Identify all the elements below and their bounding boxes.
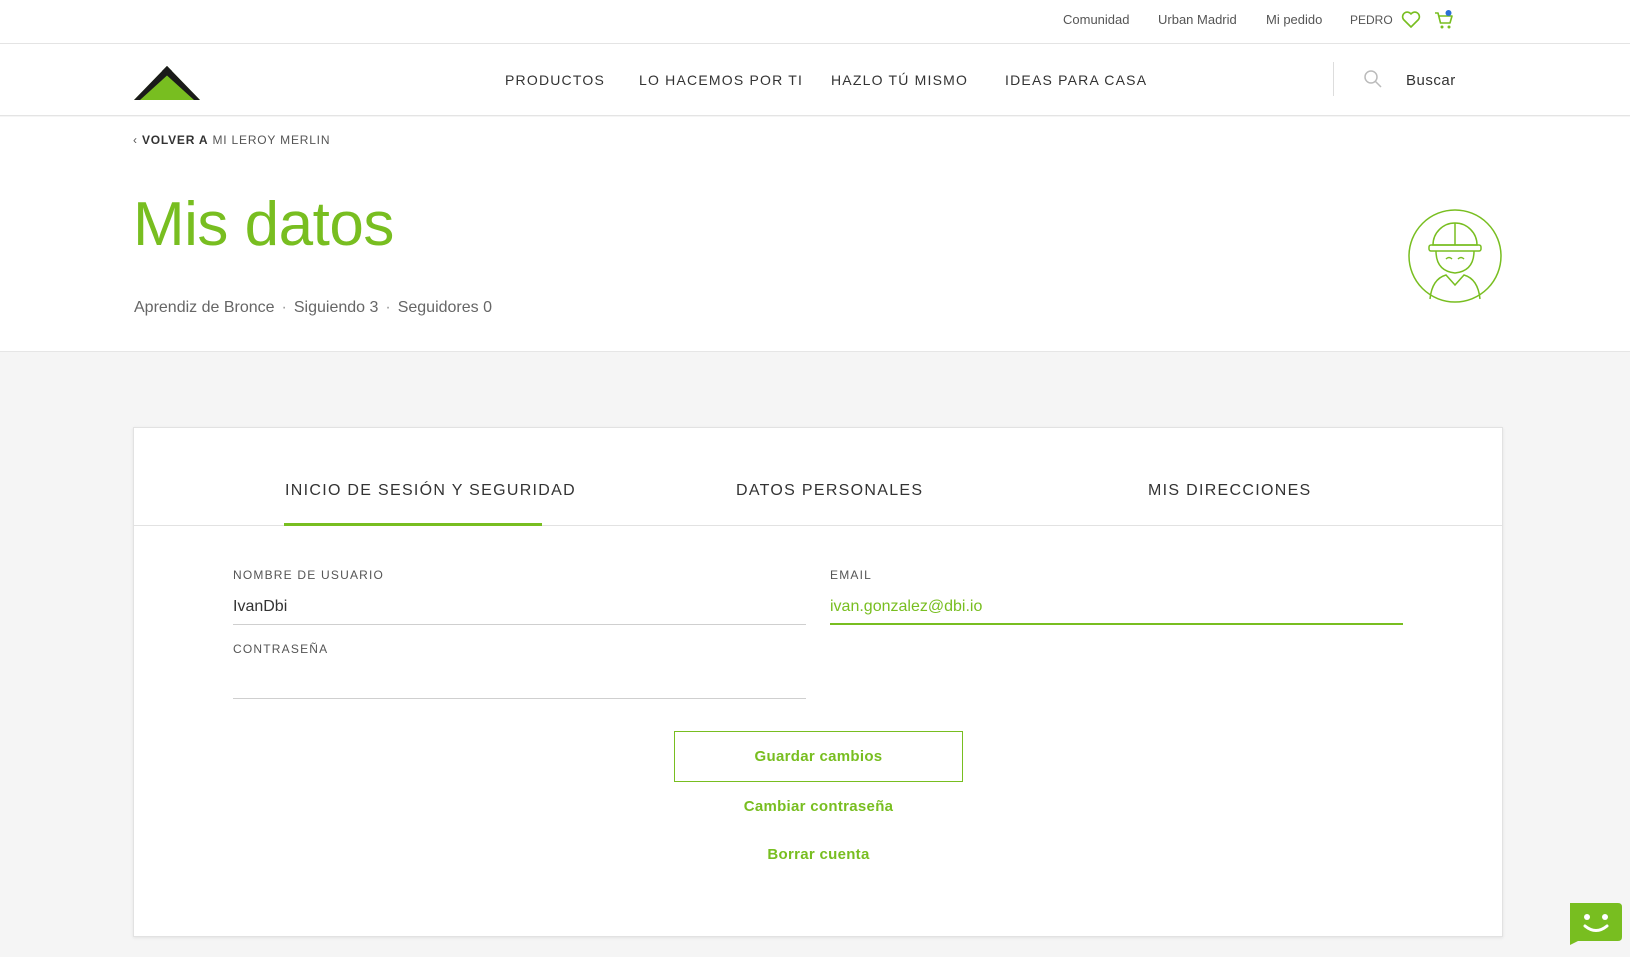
account-tabs: INICIO DE SESIÓN Y SEGURIDAD DATOS PERSO… xyxy=(134,428,1502,526)
nav-productos[interactable]: PRODUCTOS xyxy=(505,72,605,88)
link-mi-pedido[interactable]: Mi pedido xyxy=(1266,12,1322,27)
username-label: NOMBRE DE USUARIO xyxy=(233,568,385,582)
chevron-left-icon: ‹ xyxy=(133,133,138,147)
stat-level: Aprendiz de Bronce xyxy=(134,299,275,316)
username-underline xyxy=(233,624,806,625)
active-tab-indicator xyxy=(284,523,542,526)
stat-followers[interactable]: Seguidores 0 xyxy=(398,299,492,316)
user-name[interactable]: PEDRO xyxy=(1350,13,1393,27)
heart-icon[interactable] xyxy=(1400,9,1422,31)
link-comunidad[interactable]: Comunidad xyxy=(1063,12,1130,27)
change-password-link[interactable]: Cambiar contraseña xyxy=(674,798,963,815)
email-field[interactable]: ivan.gonzalez@dbi.io xyxy=(830,598,982,616)
password-field[interactable] xyxy=(233,672,806,696)
email-underline xyxy=(830,623,1403,625)
nav-ideas-para-casa[interactable]: IDEAS PARA CASA xyxy=(1005,72,1147,88)
cart-icon[interactable] xyxy=(1433,9,1455,31)
tab-inicio-sesion[interactable]: INICIO DE SESIÓN Y SEGURIDAD xyxy=(285,482,576,500)
username-field[interactable]: IvanDbi xyxy=(233,598,287,616)
chat-assistant-icon[interactable] xyxy=(1568,899,1623,945)
delete-account-link[interactable]: Borrar cuenta xyxy=(674,846,963,863)
stat-following[interactable]: Siguiendo 3 xyxy=(294,299,379,316)
password-underline xyxy=(233,698,806,699)
account-card: INICIO DE SESIÓN Y SEGURIDAD DATOS PERSO… xyxy=(133,427,1503,937)
save-changes-button[interactable]: Guardar cambios xyxy=(674,731,963,782)
nav-lo-hacemos-por-ti[interactable]: LO HACEMOS POR TI xyxy=(639,72,803,88)
page-title: Mis datos xyxy=(133,190,394,259)
nav-divider xyxy=(1333,62,1334,96)
profile-header: ‹ VOLVER A MI LEROY MERLIN Mis datos Apr… xyxy=(0,117,1630,352)
tab-datos-personales[interactable]: DATOS PERSONALES xyxy=(736,482,923,500)
email-label: EMAIL xyxy=(830,568,873,582)
search-button[interactable]: Buscar xyxy=(1406,72,1456,89)
back-target: MI LEROY MERLIN xyxy=(212,133,331,147)
nav-hazlo-tu-mismo[interactable]: HAZLO TÚ MISMO xyxy=(831,72,968,88)
tab-mis-direcciones[interactable]: MIS DIRECCIONES xyxy=(1148,482,1312,500)
main-nav: PRODUCTOS LO HACEMOS POR TI HAZLO TÚ MIS… xyxy=(0,44,1630,116)
back-link[interactable]: ‹ VOLVER A MI LEROY MERLIN xyxy=(133,133,330,147)
password-label: CONTRASEÑA xyxy=(233,642,329,656)
avatar[interactable] xyxy=(1408,209,1502,303)
leroy-merlin-logo[interactable] xyxy=(134,60,200,102)
link-urban-madrid[interactable]: Urban Madrid xyxy=(1158,12,1237,27)
search-icon[interactable] xyxy=(1363,69,1383,89)
top-bar: Comunidad Urban Madrid Mi pedido PEDRO xyxy=(0,0,1630,44)
profile-stats: Aprendiz de Bronce · Siguiendo 3 · Seguidore… xyxy=(134,299,492,316)
back-prefix: VOLVER A xyxy=(141,133,209,147)
